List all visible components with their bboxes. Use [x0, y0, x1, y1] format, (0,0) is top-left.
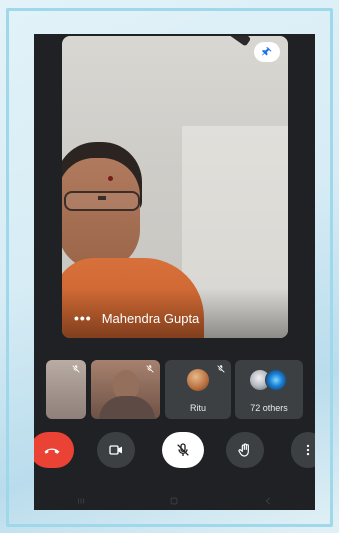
- participant-tile-others[interactable]: 72 others: [235, 360, 303, 419]
- others-count-label: 72 others: [250, 403, 288, 413]
- pin-icon: [262, 47, 272, 56]
- phone-hangup-icon: [44, 448, 60, 454]
- speaker-name-row: ••• Mahendra Gupta: [74, 310, 199, 326]
- home-icon[interactable]: [169, 496, 179, 506]
- more-vert-icon: [306, 444, 310, 456]
- end-call-button[interactable]: [34, 432, 74, 468]
- speaker-name: Mahendra Gupta: [101, 310, 200, 326]
- speaker-options-button[interactable]: •••: [74, 310, 92, 326]
- participant-body: [99, 396, 155, 419]
- active-speaker-video[interactable]: ••• Mahendra Gupta: [62, 36, 288, 338]
- speaker-bindi: [108, 176, 113, 181]
- avatar: [187, 369, 209, 391]
- pin-button[interactable]: [254, 42, 280, 62]
- mic-off-icon: [144, 363, 156, 375]
- participant-tile[interactable]: [46, 360, 86, 419]
- avatar: [265, 369, 287, 391]
- back-icon[interactable]: [263, 496, 273, 506]
- camera-button[interactable]: [97, 432, 135, 468]
- recents-icon[interactable]: [76, 496, 86, 506]
- participant-strip: Ritu 72 others: [46, 360, 315, 420]
- participant-tile-ritu[interactable]: Ritu: [165, 360, 231, 419]
- participant-tile[interactable]: [91, 360, 160, 419]
- meet-call-screen: ••• Mahendra Gupta Ritu 72 others: [34, 34, 315, 510]
- hand-icon: [238, 443, 249, 457]
- system-navigation-bar: [34, 492, 315, 510]
- mic-off-icon: [215, 363, 227, 375]
- raise-hand-button[interactable]: [226, 432, 264, 468]
- more-options-button[interactable]: [291, 432, 315, 468]
- microphone-button[interactable]: [162, 432, 204, 468]
- speaker-glasses: [64, 191, 140, 211]
- speaker-face: [62, 158, 140, 270]
- participant-name: Ritu: [189, 403, 206, 413]
- background-object: [212, 36, 252, 47]
- mic-off-icon: [70, 363, 82, 375]
- speaker-glasses-bridge: [98, 196, 106, 200]
- mic-off-icon: [177, 443, 189, 456]
- call-controls-bar: [34, 430, 315, 470]
- video-camera-icon: [109, 445, 122, 455]
